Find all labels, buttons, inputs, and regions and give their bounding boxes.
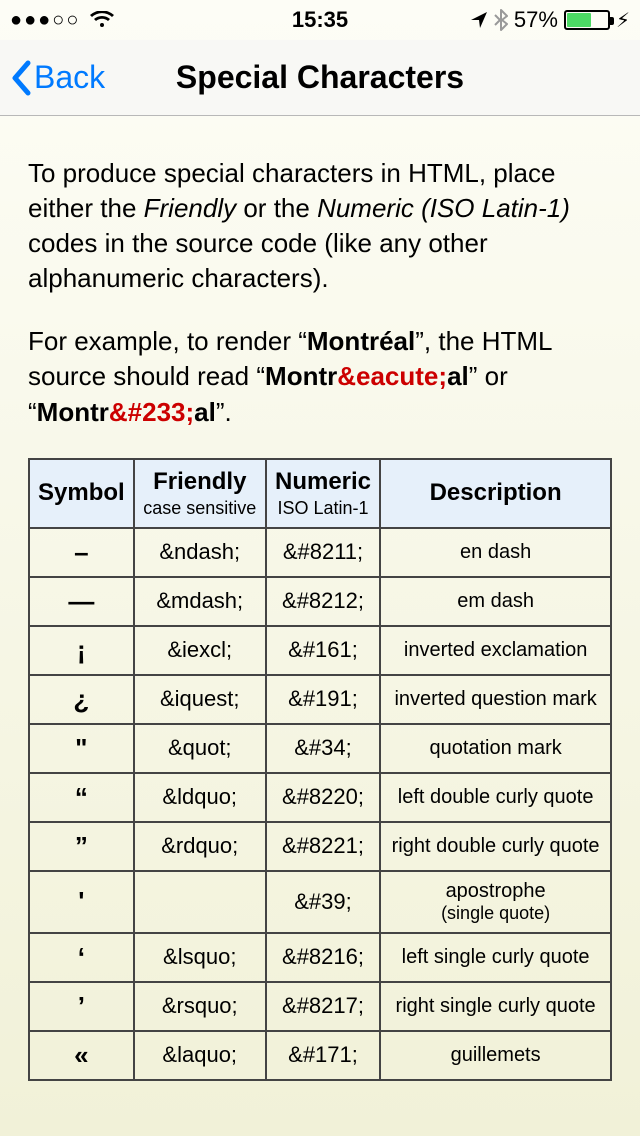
location-icon: [470, 11, 488, 29]
table-row: «&laquo;&#171;guillemets: [29, 1031, 611, 1080]
col-symbol: Symbol: [29, 459, 134, 528]
battery-percent: 57%: [514, 7, 558, 33]
col-description: Description: [380, 459, 611, 528]
cell-description: left single curly quote: [380, 933, 611, 982]
cell-friendly: &laquo;: [134, 1031, 266, 1080]
cell-numeric: &#8220;: [266, 773, 380, 822]
cell-symbol: —: [29, 577, 134, 626]
cell-numeric: &#8211;: [266, 528, 380, 577]
cell-description: en dash: [380, 528, 611, 577]
characters-table: Symbol Friendly case sensitive Numeric I…: [28, 458, 612, 1081]
table-row: –&ndash;&#8211;en dash: [29, 528, 611, 577]
cell-numeric: &#34;: [266, 724, 380, 773]
cell-numeric: &#171;: [266, 1031, 380, 1080]
cell-symbol: ’: [29, 982, 134, 1031]
cell-symbol: –: [29, 528, 134, 577]
cell-description: inverted question mark: [380, 675, 611, 724]
cell-symbol: «: [29, 1031, 134, 1080]
cell-symbol: ': [29, 871, 134, 933]
intro-paragraph-2: For example, to render “Montréal”, the H…: [28, 324, 612, 429]
bluetooth-icon: [494, 9, 508, 31]
cell-symbol: ”: [29, 822, 134, 871]
status-time: 15:35: [217, 7, 424, 33]
table-header-row: Symbol Friendly case sensitive Numeric I…: [29, 459, 611, 528]
cell-description: inverted exclamation: [380, 626, 611, 675]
cell-numeric: &#161;: [266, 626, 380, 675]
chevron-left-icon: [10, 60, 32, 96]
cell-symbol: ¿: [29, 675, 134, 724]
cell-friendly: &iquest;: [134, 675, 266, 724]
cell-description: guillemets: [380, 1031, 611, 1080]
cell-numeric: &#8221;: [266, 822, 380, 871]
content-area[interactable]: To produce special characters in HTML, p…: [0, 116, 640, 1136]
cell-symbol: ‘: [29, 933, 134, 982]
cell-numeric: &#8217;: [266, 982, 380, 1031]
cell-friendly: &lsquo;: [134, 933, 266, 982]
cell-friendly: &quot;: [134, 724, 266, 773]
col-numeric: Numeric ISO Latin-1: [266, 459, 380, 528]
back-button[interactable]: Back: [10, 59, 105, 96]
cell-friendly: &mdash;: [134, 577, 266, 626]
cell-friendly: &iexcl;: [134, 626, 266, 675]
cell-friendly: [134, 871, 266, 933]
table-row: ¡&iexcl;&#161;inverted exclamation: [29, 626, 611, 675]
table-row: —&mdash;&#8212;em dash: [29, 577, 611, 626]
status-bar: ●●●○○ 15:35 57% ⚡︎: [0, 0, 640, 40]
cell-symbol: ¡: [29, 626, 134, 675]
cell-friendly: &ndash;: [134, 528, 266, 577]
cell-description: left double curly quote: [380, 773, 611, 822]
cell-description: quotation mark: [380, 724, 611, 773]
intro-paragraph-1: To produce special characters in HTML, p…: [28, 156, 612, 296]
cell-symbol: “: [29, 773, 134, 822]
cell-numeric: &#191;: [266, 675, 380, 724]
table-row: ¿&iquest;&#191;inverted question mark: [29, 675, 611, 724]
cell-description: apostrophe(single quote): [380, 871, 611, 933]
signal-dots: ●●●○○: [10, 9, 80, 32]
battery-icon: [564, 10, 610, 30]
page-title: Special Characters: [176, 59, 464, 96]
table-row: ' &#39;apostrophe(single quote): [29, 871, 611, 933]
nav-bar: Back Special Characters: [0, 40, 640, 116]
table-row: ”&rdquo;&#8221;right double curly quote: [29, 822, 611, 871]
back-label: Back: [34, 59, 105, 96]
cell-friendly: &rdquo;: [134, 822, 266, 871]
cell-friendly: &ldquo;: [134, 773, 266, 822]
table-row: ‘&lsquo;&#8216;left single curly quote: [29, 933, 611, 982]
cell-friendly: &rsquo;: [134, 982, 266, 1031]
cell-symbol: ": [29, 724, 134, 773]
cell-description: em dash: [380, 577, 611, 626]
wifi-icon: [90, 11, 114, 29]
cell-description: right single curly quote: [380, 982, 611, 1031]
cell-numeric: &#8216;: [266, 933, 380, 982]
cell-description: right double curly quote: [380, 822, 611, 871]
cell-numeric: &#8212;: [266, 577, 380, 626]
table-row: “&ldquo;&#8220;left double curly quote: [29, 773, 611, 822]
col-friendly: Friendly case sensitive: [134, 459, 266, 528]
cell-numeric: &#39;: [266, 871, 380, 933]
table-row: ’&rsquo;&#8217;right single curly quote: [29, 982, 611, 1031]
charging-icon: ⚡︎: [616, 8, 630, 33]
table-row: "&quot;&#34;quotation mark: [29, 724, 611, 773]
